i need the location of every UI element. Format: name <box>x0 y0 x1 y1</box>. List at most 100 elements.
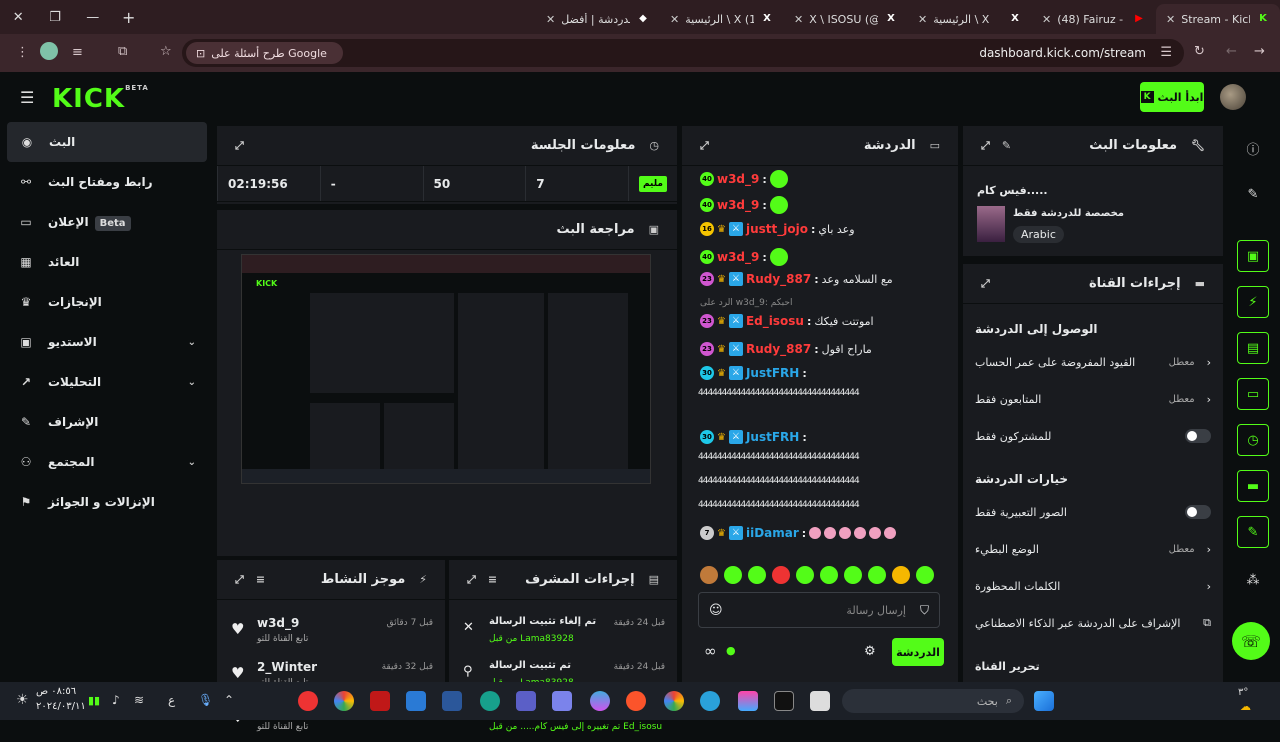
mic-icon[interactable]: 🎙︎ <box>198 693 213 707</box>
chat-messages[interactable]: 40 w3d_9: 40 w3d_9: 16 ♛ ⚔ justt_jojo: وعد باي 40… <box>682 166 958 556</box>
chat-message[interactable]: 30 ♛ ⚔ JustFRH: <box>700 430 807 444</box>
filter-icon[interactable]: ≡ <box>256 573 265 586</box>
chat-username[interactable]: w3d_9 <box>717 198 759 212</box>
browser-tab[interactable]: ✕ الرئيسية \ X (1) X <box>660 4 784 34</box>
stream-preview[interactable]: KICK <box>241 254 651 484</box>
app-icon[interactable] <box>298 691 318 711</box>
chat-username[interactable]: w3d_9 <box>717 172 759 186</box>
minimize-window-icon[interactable]: — <box>86 10 99 25</box>
expand-icon[interactable]: ⤢ <box>235 573 244 587</box>
wifi-icon[interactable]: ≋ <box>134 693 144 707</box>
teams-icon[interactable] <box>516 691 536 711</box>
close-window-icon[interactable]: ✕ <box>13 10 24 25</box>
avatar[interactable] <box>1220 84 1246 110</box>
telegram-icon[interactable] <box>700 691 720 711</box>
new-tab-icon[interactable]: + <box>122 8 135 27</box>
shield-icon[interactable]: ⛉ <box>920 603 929 618</box>
chevron-right-icon[interactable]: › <box>1207 393 1211 406</box>
word-icon[interactable] <box>442 691 462 711</box>
battery-icon[interactable]: ▮▮ <box>88 694 100 707</box>
nav-item[interactable]: ⚇ المجتمع ⌄ <box>0 442 214 482</box>
photos-icon[interactable] <box>738 691 758 711</box>
chat-username[interactable]: Rudy_887 <box>746 272 811 286</box>
chat-username[interactable]: Ed_isosu <box>746 314 804 328</box>
nav-item[interactable]: ⚑ الإنزالات و الجوائز <box>0 482 214 522</box>
nav-item[interactable]: ✎ الإشراف <box>0 402 214 442</box>
emote-icon[interactable] <box>892 566 910 584</box>
pencil-icon[interactable]: ✎ <box>1237 178 1269 210</box>
browser-tab[interactable]: ✕ بوت الدردشة | أفضل ◆ <box>536 4 660 34</box>
expand-icon[interactable]: ⤢ <box>981 139 990 153</box>
bookmark-star-icon[interactable]: ☆ <box>160 44 172 59</box>
clock-time[interactable]: ٠٨:٥٦ ص <box>36 686 76 697</box>
nav-item[interactable]: ⚯ رابط ومفتاح البث <box>0 162 214 202</box>
chevron-right-icon[interactable]: › <box>1207 580 1211 593</box>
preview-icon[interactable]: ▣ <box>1237 240 1269 272</box>
chat-message[interactable]: 23 ♛ ⚔ Rudy_887: ماراح اقول <box>700 342 872 356</box>
infinity-icon[interactable]: ∞ <box>704 642 717 660</box>
filter-icon[interactable]: ≡ <box>488 573 497 586</box>
chat-message[interactable]: 7 ♛ ⚔ iiDamar: <box>700 526 897 540</box>
external-link-icon[interactable]: ⧉ <box>1203 616 1211 630</box>
widgets-icon[interactable]: ☀ <box>16 692 29 708</box>
mcafee-icon[interactable] <box>370 691 390 711</box>
chevron-down-icon[interactable]: ⌄ <box>188 337 196 348</box>
browser-tab[interactable]: ✕ الرئيسية \ X X <box>908 4 1032 34</box>
capcut-icon[interactable] <box>774 691 794 711</box>
settings-gear-icon[interactable]: ⚙ <box>864 644 876 659</box>
chat-username[interactable]: iiDamar <box>746 526 799 540</box>
chat-message[interactable]: 23 ♛ ⚔ Rudy_887: مع السلامه وعد <box>700 272 893 286</box>
toggle-switch[interactable] <box>1185 429 1211 443</box>
setting-row[interactable]: الكلمات المحظورة › <box>975 568 1211 604</box>
restore-window-icon[interactable]: ❐ <box>49 10 61 25</box>
chat-send-button[interactable]: الدردشة <box>892 638 944 666</box>
back-icon[interactable]: → <box>1254 44 1265 59</box>
apps-icon[interactable]: ⁂ <box>1237 564 1269 596</box>
kick-logo[interactable]: KICKBETA <box>52 84 149 114</box>
browser-tab[interactable]: ✕ X \ ISOSU (@1djdjn) X <box>784 4 908 34</box>
go-live-button[interactable]: K ابدأ البث <box>1140 82 1204 112</box>
emote-icon[interactable] <box>796 566 814 584</box>
edit-icon[interactable]: ✎ <box>1002 139 1011 152</box>
browser-tab[interactable]: ✕ Stream - Kick Dashb K <box>1156 4 1280 34</box>
chat-message[interactable]: 40 w3d_9: <box>700 248 788 266</box>
chat-message[interactable]: 30 ♛ ⚔ JustFRH: <box>700 366 807 380</box>
menu-dots-icon[interactable]: ⋮ <box>16 45 29 60</box>
emote-icon[interactable] <box>772 566 790 584</box>
emote-icon[interactable] <box>748 566 766 584</box>
support-icon[interactable]: ☏ <box>1232 622 1270 660</box>
setting-row[interactable]: الوضع البطيء معطل › <box>975 531 1211 567</box>
card-icon[interactable]: ▬ <box>1237 470 1269 502</box>
ask-google-button[interactable]: ⊡ طرح أسئلة على Google <box>186 42 343 64</box>
chat-message[interactable]: 40 w3d_9: <box>700 170 788 188</box>
tab-close-icon[interactable]: ✕ <box>1166 13 1175 26</box>
list-icon[interactable]: ▤ <box>1237 332 1269 364</box>
users-icon[interactable]: ● <box>726 644 736 657</box>
windows-start-icon[interactable] <box>1034 691 1054 711</box>
language-indicator[interactable]: ع <box>168 693 175 707</box>
emote-icon[interactable] <box>724 566 742 584</box>
tab-close-icon[interactable]: ✕ <box>918 13 927 26</box>
menu-icon[interactable]: ☰ <box>20 88 34 107</box>
nav-item[interactable]: ↗ التحليلات ⌄ <box>0 362 214 402</box>
volume-icon[interactable]: ♪ <box>112 693 120 707</box>
nav-item[interactable]: ▦ العائد <box>0 242 214 282</box>
toggle-switch[interactable] <box>1185 505 1211 519</box>
tab-search-icon[interactable]: ≡ <box>72 45 83 60</box>
chat-username[interactable]: Rudy_887 <box>746 342 811 356</box>
setting-row[interactable]: المتابعون فقط معطل › <box>975 381 1211 417</box>
clock-date[interactable]: ٢٠٢٤/٠٣/١١ <box>36 701 86 712</box>
site-settings-icon[interactable]: ☰ <box>1160 45 1172 60</box>
nav-item[interactable]: ♛ الإنجازات <box>0 282 214 322</box>
wrench-icon[interactable]: ✎ <box>1237 516 1269 548</box>
chat-message[interactable]: 23 ♛ ⚔ Ed_isosu: اموتتت فيكك <box>700 314 874 328</box>
chat-icon[interactable]: ▭ <box>1237 378 1269 410</box>
chat-username[interactable]: JustFRH <box>746 366 799 380</box>
nav-item[interactable]: ▣ الاستديو ⌄ <box>0 322 214 362</box>
nav-item[interactable]: ◉ البث <box>7 122 207 162</box>
chat-message[interactable]: 16 ♛ ⚔ justt_jojo: وعد باي <box>700 222 855 236</box>
brave-icon[interactable] <box>626 691 646 711</box>
emote-icon[interactable] <box>844 566 862 584</box>
edge-icon[interactable] <box>480 691 500 711</box>
tab-close-icon[interactable]: ✕ <box>546 13 555 26</box>
